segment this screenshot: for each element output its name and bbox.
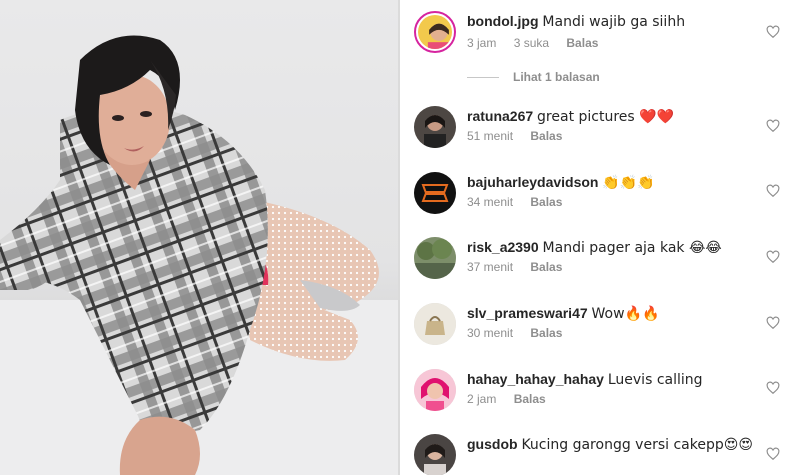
profile-photo-icon [414, 434, 456, 475]
like-button[interactable] [766, 447, 780, 461]
comment-username[interactable]: slv_prameswari47 [467, 305, 588, 321]
comment-text: Mandi wajib ga siihh [542, 14, 686, 30]
comment-username[interactable]: hahay_hahay_hahay [467, 371, 604, 387]
comment-meta: 51 menit Balas [467, 129, 576, 143]
like-button[interactable] [766, 25, 780, 39]
comment-meta: 3 jam 3 suka Balas [467, 36, 612, 50]
comment-time: 3 jam [467, 36, 497, 50]
heart-icon [766, 184, 780, 198]
reply-button[interactable]: Balas [530, 326, 562, 340]
comment-item: risk_a2390 Mandi pager aja kak 😂😂 37 men… [414, 237, 794, 287]
avatar[interactable] [414, 369, 456, 411]
reply-button[interactable]: Balas [514, 392, 546, 406]
comment-text: great pictures ❤️❤️ [537, 109, 675, 125]
profile-photo-icon [414, 237, 456, 279]
like-button[interactable] [766, 381, 780, 395]
avatar[interactable] [414, 303, 456, 345]
comment-username[interactable]: bondol.jpg [467, 13, 539, 29]
comment-text: Mandi pager aja kak 😂😂 [542, 240, 722, 256]
avatar[interactable] [414, 172, 456, 214]
comment-likes[interactable]: 3 suka [514, 36, 549, 50]
comment-item: bondol.jpg Mandi wajib ga siihh 3 jam 3 … [414, 11, 794, 71]
comment-time: 34 menit [467, 195, 514, 209]
comment-item: hahay_hahay_hahay Luevis calling 2 jam B… [414, 369, 794, 419]
like-button[interactable] [766, 184, 780, 198]
comment-meta: 2 jam Balas [467, 392, 560, 406]
comment-text: Luevis calling [607, 372, 703, 388]
comment-body: bajuharleydavidson 👏👏👏 [467, 172, 757, 193]
comment-username[interactable]: gusdob [467, 436, 518, 452]
avatar[interactable] [414, 434, 456, 475]
profile-photo-icon [414, 369, 456, 411]
reply-button[interactable]: Balas [530, 129, 562, 143]
heart-icon [766, 316, 780, 330]
comment-item: gusdob Kucing garongg versi cakepp😍😍 [414, 434, 794, 475]
comment-text: 👏👏👏 [602, 175, 655, 191]
harley-davidson-logo-icon [414, 172, 456, 214]
comment-username[interactable]: risk_a2390 [467, 239, 539, 255]
reply-button[interactable]: Balas [530, 260, 562, 274]
post-image [0, 35, 398, 475]
comment-body: hahay_hahay_hahay Luevis calling [467, 369, 757, 390]
comment-time: 51 menit [467, 129, 514, 143]
heart-icon [766, 250, 780, 264]
heart-icon [766, 381, 780, 395]
like-button[interactable] [766, 316, 780, 330]
replies-line [467, 76, 499, 78]
avatar[interactable] [414, 237, 456, 279]
comment-item: bajuharleydavidson 👏👏👏 34 menit Balas [414, 172, 794, 222]
post-photo [0, 0, 398, 475]
comment-meta: 30 menit Balas [467, 326, 576, 340]
comment-meta: 37 menit Balas [467, 260, 576, 274]
heart-icon [766, 447, 780, 461]
comment-username[interactable]: bajuharleydavidson [467, 174, 598, 190]
view-replies-button[interactable]: Lihat 1 balasan [467, 70, 600, 84]
comment-text: Wow🔥🔥 [591, 306, 660, 322]
like-button[interactable] [766, 250, 780, 264]
avatar[interactable] [414, 11, 456, 53]
comment-body: risk_a2390 Mandi pager aja kak 😂😂 [467, 237, 757, 258]
like-button[interactable] [766, 119, 780, 133]
profile-photo-icon [414, 106, 456, 148]
comment-item: slv_prameswari47 Wow🔥🔥 30 menit Balas [414, 303, 794, 353]
comment-body: bondol.jpg Mandi wajib ga siihh [467, 11, 757, 32]
comment-time: 30 menit [467, 326, 514, 340]
comment-body: gusdob Kucing garongg versi cakepp😍😍 [467, 434, 757, 455]
reply-button[interactable]: Balas [566, 36, 598, 50]
heart-icon [766, 25, 780, 39]
comment-item: ratuna267 great pictures ❤️❤️ 51 menit B… [414, 106, 794, 156]
heart-icon [766, 119, 780, 133]
view-replies-label: Lihat 1 balasan [513, 70, 600, 84]
comments-panel[interactable]: bondol.jpg Mandi wajib ga siihh 3 jam 3 … [400, 0, 800, 475]
comment-username[interactable]: ratuna267 [467, 108, 533, 124]
avatar[interactable] [414, 106, 456, 148]
comment-text: Kucing garongg versi cakepp😍😍 [521, 437, 753, 453]
profile-photo-icon [418, 15, 452, 49]
comment-time: 37 menit [467, 260, 514, 274]
comment-meta: 34 menit Balas [467, 195, 576, 209]
comment-time: 2 jam [467, 392, 497, 406]
profile-photo-icon [414, 303, 456, 345]
comment-body: ratuna267 great pictures ❤️❤️ [467, 106, 757, 127]
comment-body: slv_prameswari47 Wow🔥🔥 [467, 303, 757, 324]
reply-button[interactable]: Balas [530, 195, 562, 209]
